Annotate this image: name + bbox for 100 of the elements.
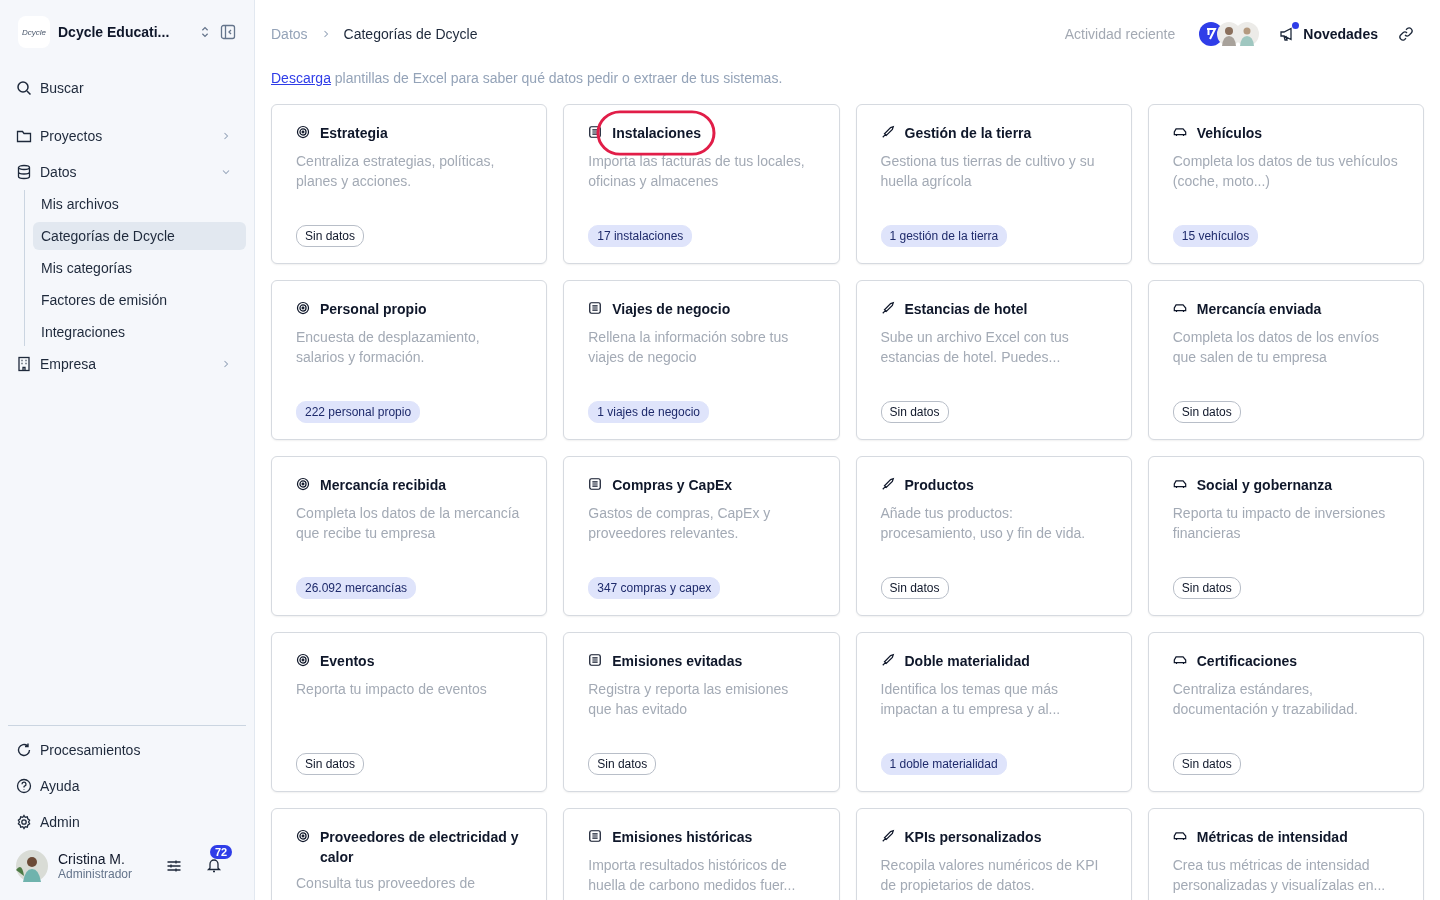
nav-subitem[interactable]: Mis archivos [33, 190, 246, 218]
card-description: Consulta tus proveedores de [296, 874, 476, 893]
category-card[interactable]: Productos Añade tus productos: procesamiento, uso y fin de vida. Sin datos [855, 456, 1132, 616]
search-item[interactable]: Buscar [8, 70, 246, 106]
card-description: Rellena la información sobre tus viajes de negocio [588, 328, 790, 367]
card-description: Completa los datos de los envíos que salen de tu empresa [1172, 328, 1380, 367]
status-tag: 17 instalaciones [588, 225, 693, 247]
news-button[interactable]: Novedades [1279, 26, 1378, 42]
card-description: Gastos de compras, CapEx y proveedores relevantes. [588, 504, 772, 543]
card-description: Recopila valores numéricos de KPI de propietarios de datos. [880, 856, 1100, 895]
search-icon [16, 80, 32, 96]
target-icon [296, 125, 310, 139]
bell-icon[interactable] [206, 856, 222, 873]
card-title: Productos [904, 476, 974, 495]
car-icon [1172, 125, 1187, 139]
status-tag: 26.092 mercancías [296, 577, 417, 599]
nav-item[interactable]: Proyectos [8, 118, 246, 154]
card-title: Vehículos [1196, 124, 1263, 143]
nav-item[interactable]: Ayuda [8, 768, 246, 804]
card-title: KPIs personalizados [904, 828, 1042, 847]
card-description: Identifica los temas que más impactan a tu empresa y al... [880, 680, 1062, 719]
user-name: Cristina M. [58, 851, 126, 867]
card-title: Compras y CapEx [612, 476, 733, 495]
card-title: Métricas de intensidad [1196, 828, 1348, 847]
card-title: Personal propio [320, 300, 427, 319]
notification-badge: 72 [210, 844, 233, 859]
link-icon[interactable] [1398, 26, 1414, 42]
category-card[interactable]: Social y gobernanza Reporta tu impacto de inversiones financieras Sin datos [1147, 456, 1424, 616]
category-card[interactable]: Compras y CapEx Gastos de compras, CapEx y proveedores relevantes. 347 compras y capex [563, 456, 840, 616]
status-tag: Sin datos [1172, 577, 1241, 599]
refresh-icon [16, 742, 32, 758]
folder-icon [16, 128, 32, 144]
card-title: Doble materialidad [904, 652, 1030, 671]
category-card[interactable]: Mercancía recibida Completa los datos de la mercancía que recibe tu empresa 26.092 mercancías [271, 456, 548, 616]
building-icon [16, 356, 32, 372]
category-card[interactable]: Métricas de intensidad Crea tus métricas de intensidad personalizadas y visualízalas en... [1147, 808, 1424, 900]
card-description: Gestiona tus tierras de cultivo y su huella agrícola [880, 152, 1096, 191]
category-card[interactable]: Certificaciones Centraliza estándares, documentación y trazabilidad. Sin datos [1147, 632, 1424, 792]
card-title: Estancias de hotel [904, 300, 1028, 319]
card-description: Completa los datos de tus vehículos (coche, moto...) [1172, 152, 1399, 191]
card-title: Emisiones históricas [612, 828, 753, 847]
category-card[interactable]: Viajes de negocio Rellena la información sobre tus viajes de negocio 1 viajes de negocio [563, 280, 840, 440]
download-link[interactable]: Descarga [271, 70, 331, 86]
workspace-logo: Dcycle [18, 16, 50, 48]
card-description: Importa las facturas de tus locales, oficinas y almacenes [588, 152, 806, 191]
category-card[interactable]: Instalaciones Importa las facturas de tus locales, oficinas y almacenes 17 instalaciones [563, 104, 840, 264]
status-tag: Sin datos [880, 577, 949, 599]
nav-item[interactable]: Admin [8, 804, 246, 840]
status-tag: Sin datos [1172, 401, 1241, 423]
card-description: Completa los datos de la mercancía que recibe tu empresa [296, 504, 521, 543]
status-tag: Sin datos [588, 753, 657, 775]
category-card[interactable]: Mercancía enviada Completa los datos de los envíos que salen de tu empresa Sin datos [1147, 280, 1424, 440]
status-tag: 1 gestión de la tierra [880, 225, 1008, 247]
category-card[interactable]: Eventos Reporta tu impacto de eventos Sin datos [271, 632, 548, 792]
card-description: Centraliza estándares, documentación y trazabilidad. [1172, 680, 1359, 719]
card-title: Gestión de la tierra [904, 124, 1032, 143]
collapse-sidebar-icon[interactable] [220, 24, 236, 40]
building-icon [588, 125, 603, 139]
status-tag: 15 vehículos [1172, 225, 1259, 247]
card-title: Estrategia [320, 124, 388, 143]
status-tag: Sin datos [1172, 753, 1241, 775]
card-title: Mercancía recibida [320, 476, 447, 495]
card-title: Social y gobernanza [1196, 476, 1333, 495]
nav-subitem[interactable]: Categorías de Dcycle [33, 222, 246, 250]
category-card[interactable]: Gestión de la tierra Gestiona tus tierras de cultivo y su huella agrícola 1 gestión de la tierra [855, 104, 1132, 264]
category-card[interactable]: Doble materialidad Identifica los temas que más impactan a tu empresa y al... 1 doble materialidad [855, 632, 1132, 792]
breadcrumb-item[interactable]: Categorías de Dcycle [343, 26, 478, 42]
category-card[interactable]: KPIs personalizados Recopila valores numéricos de KPI de propietarios de datos. [855, 808, 1132, 900]
category-card[interactable]: Estancias de hotel Sube un archivo Excel con tus estancias de hotel. Puedes... Sin datos [855, 280, 1132, 440]
card-description: Encuesta de desplazamiento, salarios y formación. [296, 328, 481, 367]
help-icon [16, 778, 32, 794]
user-role: Administrador [58, 867, 134, 881]
nav-subitem[interactable]: Integraciones [33, 318, 246, 346]
card-title: Proveedores de electricidad y calor [320, 828, 520, 867]
category-card[interactable]: Personal propio Encuesta de desplazamiento, salarios y formación. 222 personal propio [271, 280, 548, 440]
nav-item[interactable]: Empresa [8, 346, 246, 382]
card-description: Añade tus productos: procesamiento, uso y fin de vida. [880, 504, 1087, 543]
card-title: Eventos [320, 652, 375, 671]
nav-item[interactable]: Procesamientos [8, 732, 246, 768]
status-tag: 347 compras y capex [588, 577, 721, 599]
sliders-icon[interactable] [166, 858, 182, 874]
category-card[interactable]: Emisiones evitadas Registra y reporta las emisiones que has evitado Sin datos [563, 632, 840, 792]
status-tag: Sin datos [880, 401, 949, 423]
database-icon [16, 164, 32, 180]
card-title: Mercancía enviada [1196, 300, 1322, 319]
card-title: Instalaciones [612, 124, 701, 143]
settings-icon [16, 814, 32, 830]
workspace-name[interactable]: Dcycle Educati... [58, 24, 190, 40]
nav-subitem[interactable]: Mis categorías [33, 254, 246, 282]
category-card[interactable]: Vehículos Completa los datos de tus vehículos (coche, moto...) 15 vehículos [1147, 104, 1424, 264]
nav-subitem[interactable]: Factores de emisión [33, 286, 246, 314]
card-description: Sube un archivo Excel con tus estancias de hotel. Puedes... [880, 328, 1070, 367]
card-description: Centraliza estrategias, políticas, planes y acciones. [296, 152, 496, 191]
nav-item[interactable]: Datos [8, 154, 246, 190]
category-card[interactable]: Estrategia Centraliza estrategias, políticas, planes y acciones. Sin datos [271, 104, 548, 264]
card-title: Emisiones evitadas [612, 652, 743, 671]
card-description: Registra y reporta las emisiones que has evitado [588, 680, 790, 719]
category-card[interactable]: Proveedores de electricidad y calor Consulta tus proveedores de [271, 808, 548, 900]
category-card[interactable]: Emisiones históricas Importa resultados históricos de huella de carbono medidos fuer... [563, 808, 840, 900]
status-tag: Sin datos [296, 753, 365, 775]
